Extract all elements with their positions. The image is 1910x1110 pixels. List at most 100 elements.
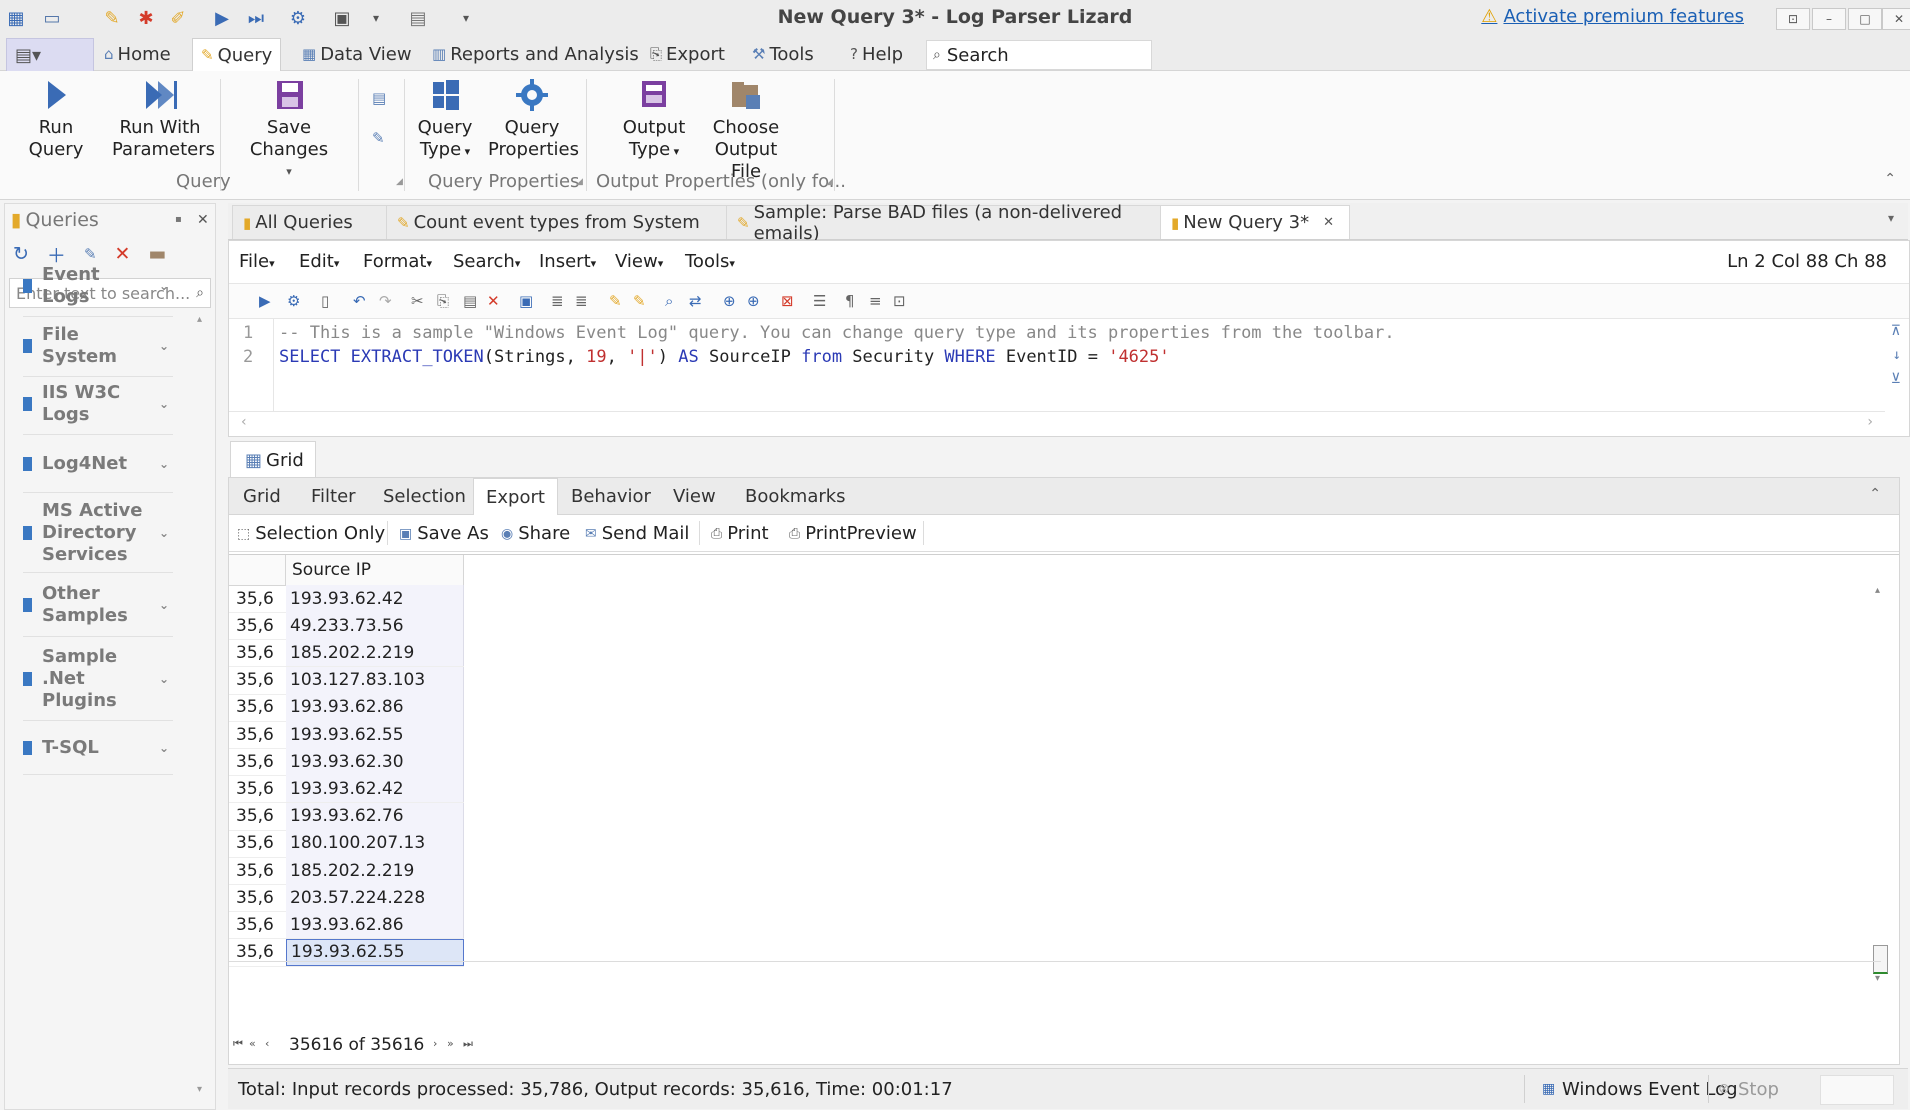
list-icon[interactable]: ▤ — [372, 89, 386, 107]
pin-icon[interactable]: ▪ — [175, 214, 182, 225]
save-as-button[interactable]: ▣ Save As — [399, 523, 489, 544]
new-document-icon[interactable]: ▯ — [321, 292, 329, 310]
table-row[interactable]: 35,6 193.93.62.76 — [229, 802, 464, 831]
bookmark-next-icon[interactable]: ⊕ — [747, 292, 760, 310]
run-icon[interactable]: ▶ — [259, 292, 271, 310]
tab-home[interactable]: ⌂ Home — [96, 38, 179, 70]
source-ip-cell[interactable]: 180.100.207.13 — [286, 829, 464, 857]
table-row[interactable]: 35,6 103.127.83.103 — [229, 666, 464, 695]
tab-data-view[interactable]: ▦ Data View — [294, 38, 420, 70]
uncomment-icon[interactable]: ✎ — [633, 292, 646, 310]
close-panel-icon[interactable]: ✕ — [197, 212, 209, 228]
vertical-scrollbar[interactable]: ▴ ▾ — [1871, 585, 1889, 985]
source-ip-cell[interactable]: 185.202.2.219 — [286, 857, 464, 884]
source-ip-cell[interactable]: 185.202.2.219 — [286, 639, 464, 667]
tab-view[interactable]: View — [673, 486, 716, 507]
choose-output-file-button[interactable]: Choose Output File — [698, 77, 794, 183]
tab-tools[interactable]: ⚒ Tools — [744, 38, 822, 70]
restore-ribbon-button[interactable]: ⊡ — [1776, 8, 1810, 30]
category-other-samples[interactable]: Other Samples ⌄ — [23, 574, 173, 637]
menu-search[interactable]: Search▾ — [453, 251, 520, 272]
next-record-icon[interactable]: › — [433, 1037, 437, 1050]
tab-all-queries[interactable]: ▮ All Queries — [232, 205, 394, 239]
menu-file[interactable]: File▾ — [239, 251, 275, 272]
category-sample-net-plugins[interactable]: Sample .Net Plugins ⌄ — [23, 638, 173, 721]
word-wrap-icon[interactable]: ≡ — [869, 292, 882, 310]
menu-insert[interactable]: Insert▾ — [539, 251, 596, 272]
grid-view-tab[interactable]: ▦ Grid — [230, 441, 316, 478]
category-event-logs[interactable]: Event Logs ⌄ — [23, 256, 173, 317]
menu-tools[interactable]: Tools▾ — [685, 251, 735, 272]
tab-export[interactable]: Export — [473, 478, 558, 515]
close-tab-icon[interactable]: ✕ — [1323, 215, 1334, 230]
find-icon[interactable]: ⌕ — [665, 292, 673, 310]
select-all-icon[interactable]: ▣ — [519, 292, 533, 310]
save-changes-button[interactable]: Save Changes ▾ — [230, 77, 348, 183]
replace-icon[interactable]: ⇄ — [689, 292, 702, 310]
category-log4net[interactable]: Log4Net ⌄ — [23, 436, 173, 493]
source-ip-cell[interactable]: 193.93.62.86 — [286, 693, 464, 721]
format-icon[interactable]: ⊡ — [893, 292, 906, 310]
tab-behavior[interactable]: Behavior — [571, 486, 651, 507]
run-query-button[interactable]: Run Query — [10, 77, 102, 161]
tab-count-event-types[interactable]: ✎ Count event types from System — [386, 205, 734, 239]
dialog-launcher-icon[interactable]: ◢ — [826, 177, 833, 187]
tab-grid[interactable]: Grid — [243, 486, 281, 507]
tab-selection[interactable]: Selection — [383, 486, 466, 507]
tab-bookmarks[interactable]: Bookmarks — [745, 486, 846, 507]
scroll-up-icon[interactable]: ▴ — [197, 314, 202, 325]
table-row[interactable]: 35,6 193.93.62.86 — [229, 911, 464, 940]
collapse-icon[interactable]: ⌃ — [1869, 486, 1881, 502]
table-row[interactable]: 35,6 185.202.2.219 — [229, 857, 464, 885]
results-grid[interactable]: Source IP 35,6 193.93.62.42 35,6 49.233.73.… — [229, 554, 1899, 1060]
scroll-down-icon[interactable]: ▾ — [197, 1084, 202, 1095]
print-preview-button[interactable]: ⎙ PrintPreview — [789, 523, 917, 544]
paste-icon[interactable]: ▤ — [463, 292, 477, 310]
cut-icon[interactable]: ✂ — [411, 292, 424, 310]
menu-edit[interactable]: Edit▾ — [299, 251, 339, 272]
redo-icon[interactable]: ↷ — [379, 292, 392, 310]
table-row[interactable]: 35,6 193.93.62.42 — [229, 585, 464, 613]
next-page-icon[interactable]: » — [447, 1037, 454, 1050]
category-file-system[interactable]: File System ⌄ — [23, 316, 173, 377]
column-header-source-ip[interactable]: Source IP — [286, 555, 464, 585]
last-record-icon[interactable]: ⏭ — [463, 1037, 473, 1051]
source-ip-cell[interactable]: 203.57.224.228 — [286, 884, 464, 912]
run-with-parameters-button[interactable]: Run With Parameters — [112, 77, 215, 161]
source-ip-cell[interactable]: 103.127.83.103 — [286, 666, 464, 694]
settings-icon[interactable]: ⚙ — [287, 292, 300, 310]
tab-query[interactable]: ✎ Query — [192, 38, 282, 71]
table-row[interactable]: 35,6 180.100.207.13 — [229, 829, 464, 858]
maximize-button[interactable]: □ — [1848, 8, 1882, 30]
delete-icon[interactable]: ✕ — [487, 292, 500, 310]
app-menu-button[interactable]: ▤▾ — [6, 38, 94, 72]
tab-sample-parse-bad[interactable]: ✎ Sample: Parse BAD files (a non-delivere… — [726, 202, 1168, 244]
dialog-launcher-icon[interactable]: ◢ — [576, 177, 583, 187]
close-window-button[interactable]: ✕ — [1882, 8, 1910, 30]
tab-filter[interactable]: Filter — [311, 486, 356, 507]
tab-export[interactable]: ⎘ Export — [642, 38, 733, 70]
send-mail-button[interactable]: ✉ Send Mail — [585, 523, 689, 544]
edit-list-icon[interactable]: ✎ — [372, 129, 385, 147]
category-ms-active-directory[interactable]: MS Active Directory Services ⌄ — [23, 494, 173, 573]
source-ip-cell[interactable]: 193.93.62.55 — [286, 721, 464, 748]
undo-icon[interactable]: ↶ — [353, 292, 366, 310]
print-button[interactable]: ⎙ Print — [711, 523, 769, 544]
clear-bookmarks-icon[interactable]: ⊠ — [781, 292, 794, 310]
list-icon[interactable]: ☰ — [813, 292, 826, 310]
table-row[interactable]: 35,6 193.93.62.30 — [229, 748, 464, 777]
scroll-top-icon[interactable]: ⊼ — [1891, 323, 1901, 339]
query-properties-button[interactable]: Query Properties — [488, 77, 579, 161]
output-type-button[interactable]: Output Type ▾ — [614, 77, 694, 163]
first-record-icon[interactable]: ⏮ — [233, 1037, 243, 1051]
code-area[interactable]: 1 2 -- This is a sample "Windows Event L… — [229, 319, 1909, 411]
prev-page-icon[interactable]: « — [249, 1037, 256, 1050]
category-iis-w3c-logs[interactable]: IIS W3C Logs ⌄ — [23, 374, 173, 435]
table-row[interactable]: 35,6 193.93.62.86 — [229, 693, 464, 722]
source-ip-cell[interactable]: 193.93.62.42 — [286, 775, 464, 803]
query-type-button[interactable]: Query Type ▾ — [408, 77, 482, 163]
table-row[interactable]: 35,6 193.93.62.55 — [229, 721, 464, 749]
horizontal-scrollbar[interactable]: ‹ › — [229, 411, 1885, 434]
source-ip-cell[interactable]: 49.233.73.56 — [286, 612, 464, 640]
premium-link[interactable]: ⚠ Activate premium features — [1481, 6, 1744, 27]
